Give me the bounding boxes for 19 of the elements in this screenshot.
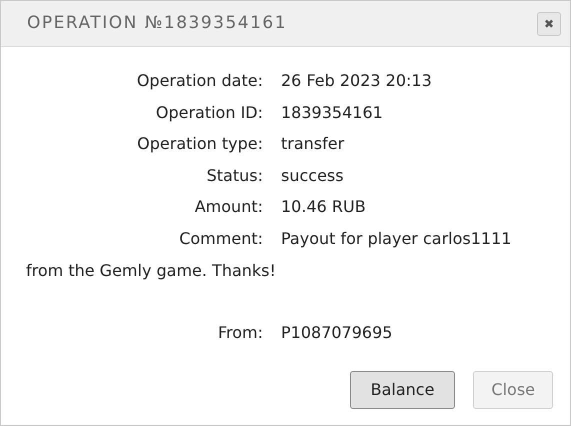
dialog-button[interactable]: Balance: [350, 371, 456, 409]
field-value: P1087079695: [281, 323, 392, 342]
field-value: transfer: [281, 134, 344, 154]
field-label: Comment:: [178, 228, 263, 250]
field-value: from the Gemly game. Thanks!: [26, 260, 276, 280]
field-value: 26 Feb 2023 20:13: [281, 71, 432, 90]
field-value: 1839354161: [281, 102, 383, 122]
field-label: Status:: [206, 164, 263, 187]
field-value: 10.46 RUB: [281, 197, 366, 216]
field-value: success: [281, 166, 344, 185]
field-label: Operation type:: [136, 133, 263, 156]
field-label: From:: [216, 322, 263, 344]
field-label: Operation ID:: [154, 102, 263, 124]
dialog-button[interactable]: Close: [473, 371, 553, 409]
field-value: Payout for player carlos1111: [281, 228, 512, 248]
field-label: Operation date:: [136, 70, 263, 92]
field-label: Amount:: [194, 196, 263, 218]
close-button[interactable]: ✖: [537, 12, 561, 36]
dialog-title: OPERATION №1839354161: [27, 12, 288, 35]
